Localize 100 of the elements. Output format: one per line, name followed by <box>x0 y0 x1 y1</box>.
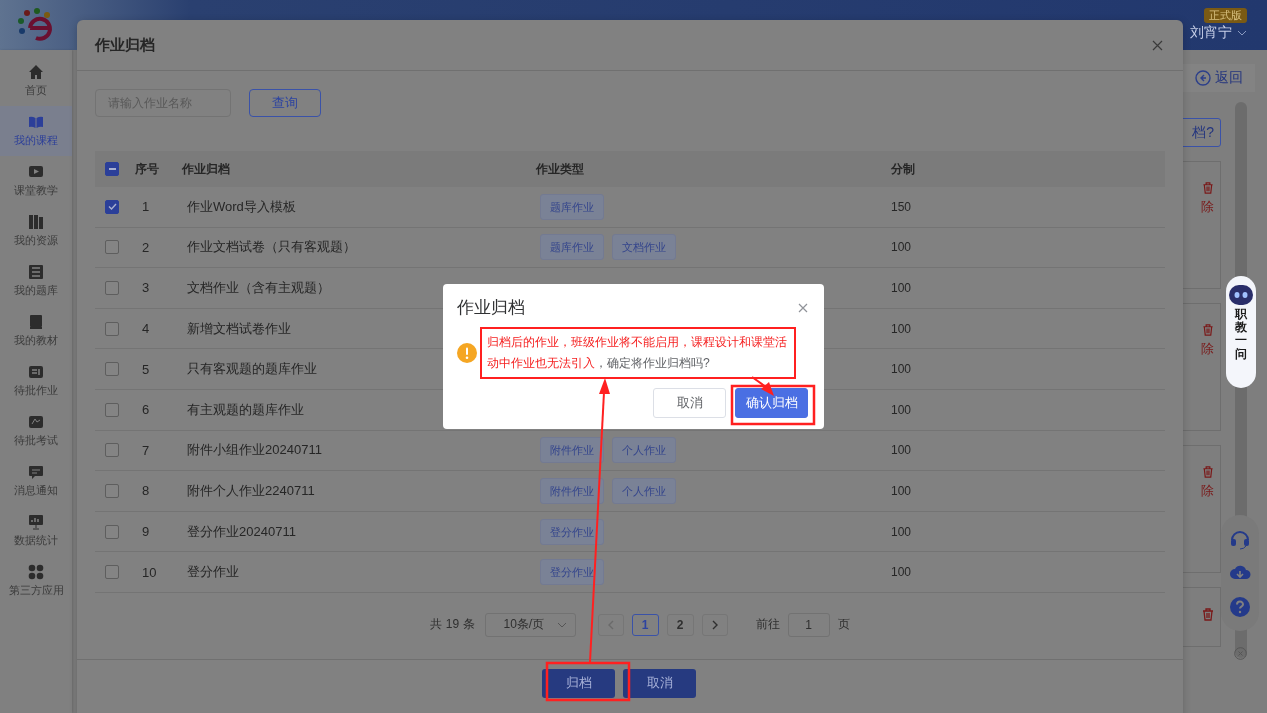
dialog-button[interactable]: 取消 <box>653 388 726 418</box>
sidebar-item[interactable]: 课堂教学 <box>0 156 72 206</box>
table-cell-text: 只有客观题的题库作业 <box>186 360 317 379</box>
table-cell-text: 5 <box>141 361 150 377</box>
table-cell-text: 100 <box>890 240 912 255</box>
delete-button[interactable]: 除 <box>1201 324 1214 358</box>
textbook-icon <box>28 314 44 330</box>
row-checkbox[interactable] <box>105 524 119 539</box>
play-icon <box>28 164 44 180</box>
column-header: 作业归档 <box>181 160 231 178</box>
clipboard-icon <box>28 364 44 380</box>
table-cell-text: 8 <box>141 483 150 499</box>
type-tag: 登分作业 <box>540 518 604 545</box>
back-button[interactable]: 返回 <box>1183 64 1255 92</box>
row-checkbox[interactable] <box>105 321 119 336</box>
chevron-right-icon <box>711 619 718 630</box>
row-checkbox[interactable] <box>105 402 119 417</box>
trash-icon[interactable] <box>1202 608 1214 621</box>
table-cell-text: 100 <box>890 443 912 458</box>
footer-button[interactable]: 归档 <box>542 668 615 698</box>
table-cell-text: 2 <box>141 239 150 255</box>
table-cell-text: 有主观题的题库作业 <box>186 400 304 419</box>
type-tag: 附件作业 <box>540 477 604 504</box>
sidebar-item[interactable]: 消息通知 <box>0 456 72 506</box>
table-cell-text: 100 <box>890 281 912 295</box>
table-cell-text: 附件个人作业2240711 <box>186 481 315 500</box>
sidebar-item[interactable]: 我的题库 <box>0 256 72 306</box>
query-button[interactable]: 查询 <box>249 89 321 117</box>
table-cell-text: 100 <box>890 321 912 336</box>
type-tag: 题库作业 <box>540 193 604 220</box>
table-cell-text: 150 <box>890 199 912 214</box>
assistant-widget[interactable]: 职教一问 <box>1226 276 1256 388</box>
caret-icon <box>1237 30 1247 36</box>
next-page-button[interactable] <box>701 613 728 636</box>
page-input[interactable]: 1 <box>787 612 830 637</box>
dialog-title: 作业归档 <box>457 297 525 319</box>
row-checkbox[interactable] <box>105 362 119 377</box>
total-count: 共 19 条 <box>430 616 475 634</box>
dialog-button[interactable]: 确认归档 <box>735 388 808 418</box>
table-cell-text: 100 <box>890 565 912 580</box>
row-checkbox[interactable] <box>105 240 119 255</box>
select-all-checkbox[interactable] <box>105 162 119 176</box>
check-icon <box>107 203 117 211</box>
sidebar-item[interactable]: 我的教材 <box>0 306 72 356</box>
user-menu[interactable]: 刘宵宁 <box>1190 24 1247 42</box>
close-icon[interactable] <box>1234 647 1247 660</box>
presentation-icon <box>28 514 44 530</box>
caret-icon <box>556 621 567 628</box>
dialog-title: 作业归档 <box>95 35 155 55</box>
row-checkbox[interactable] <box>105 281 119 295</box>
type-tag: 文档作业 <box>612 234 676 261</box>
book-icon <box>28 114 44 130</box>
row-checkbox[interactable] <box>105 565 119 580</box>
close-icon[interactable] <box>1152 39 1163 51</box>
sidebar-item[interactable]: 我的资源 <box>0 206 72 256</box>
sidebar-item[interactable]: 我的课程 <box>0 106 72 156</box>
footer-button[interactable]: 取消 <box>623 668 696 698</box>
robot-icon <box>1228 282 1254 306</box>
table-cell-text: 作业Word导入模板 <box>186 197 296 216</box>
trash-icon <box>1201 324 1214 336</box>
delete-button[interactable]: 除 <box>1201 466 1214 500</box>
page-size-select[interactable]: 10条/页 <box>484 612 576 637</box>
table-cell-text: 1 <box>141 199 150 215</box>
version-badge: 正式版 <box>1204 8 1247 23</box>
type-tag: 附件作业 <box>540 437 604 464</box>
sidebar-item[interactable]: 首页 <box>0 56 72 106</box>
row-checkbox[interactable] <box>105 483 119 498</box>
row-checkbox[interactable] <box>105 199 119 214</box>
trash-icon <box>1201 466 1214 478</box>
table-cell-text: 新增文档试卷作业 <box>186 319 291 338</box>
trash-icon <box>1201 182 1214 194</box>
page-button[interactable]: 1 <box>631 613 659 636</box>
table-cell-text: 100 <box>890 402 912 417</box>
table-cell-text: 登分作业20240711 <box>186 522 296 541</box>
table-cell-text: 100 <box>890 483 912 498</box>
table-cell-text: 9 <box>141 524 150 540</box>
close-icon[interactable] <box>798 302 808 313</box>
list-icon <box>28 264 44 280</box>
goto-label: 前往 <box>755 616 780 634</box>
delete-button[interactable]: 除 <box>1201 182 1214 216</box>
table-cell-text: 3 <box>141 280 150 296</box>
grid-icon <box>28 564 44 580</box>
table-cell-text: 6 <box>141 402 150 418</box>
sidebar-item[interactable]: 数据统计 <box>0 506 72 556</box>
sidebar-item[interactable]: 待批考试 <box>0 406 72 456</box>
table-cell-text: 100 <box>890 362 912 377</box>
chart-card-icon <box>28 414 44 430</box>
home-icon <box>28 64 44 80</box>
table-cell-text: 作业文档试卷（只有客观题） <box>186 238 356 257</box>
column-header: 序号 <box>134 160 160 178</box>
column-header: 作业类型 <box>535 160 585 178</box>
type-tag: 个人作业 <box>612 477 676 504</box>
table-cell-text: 7 <box>141 442 150 458</box>
help-icon[interactable] <box>1229 596 1251 619</box>
row-checkbox[interactable] <box>105 443 119 458</box>
page-button[interactable]: 2 <box>666 613 694 636</box>
logo-icon <box>18 8 54 42</box>
type-tag: 登分作业 <box>540 559 604 586</box>
column-header: 分制 <box>890 160 916 178</box>
sidebar-item[interactable]: 待批作业 <box>0 356 72 406</box>
